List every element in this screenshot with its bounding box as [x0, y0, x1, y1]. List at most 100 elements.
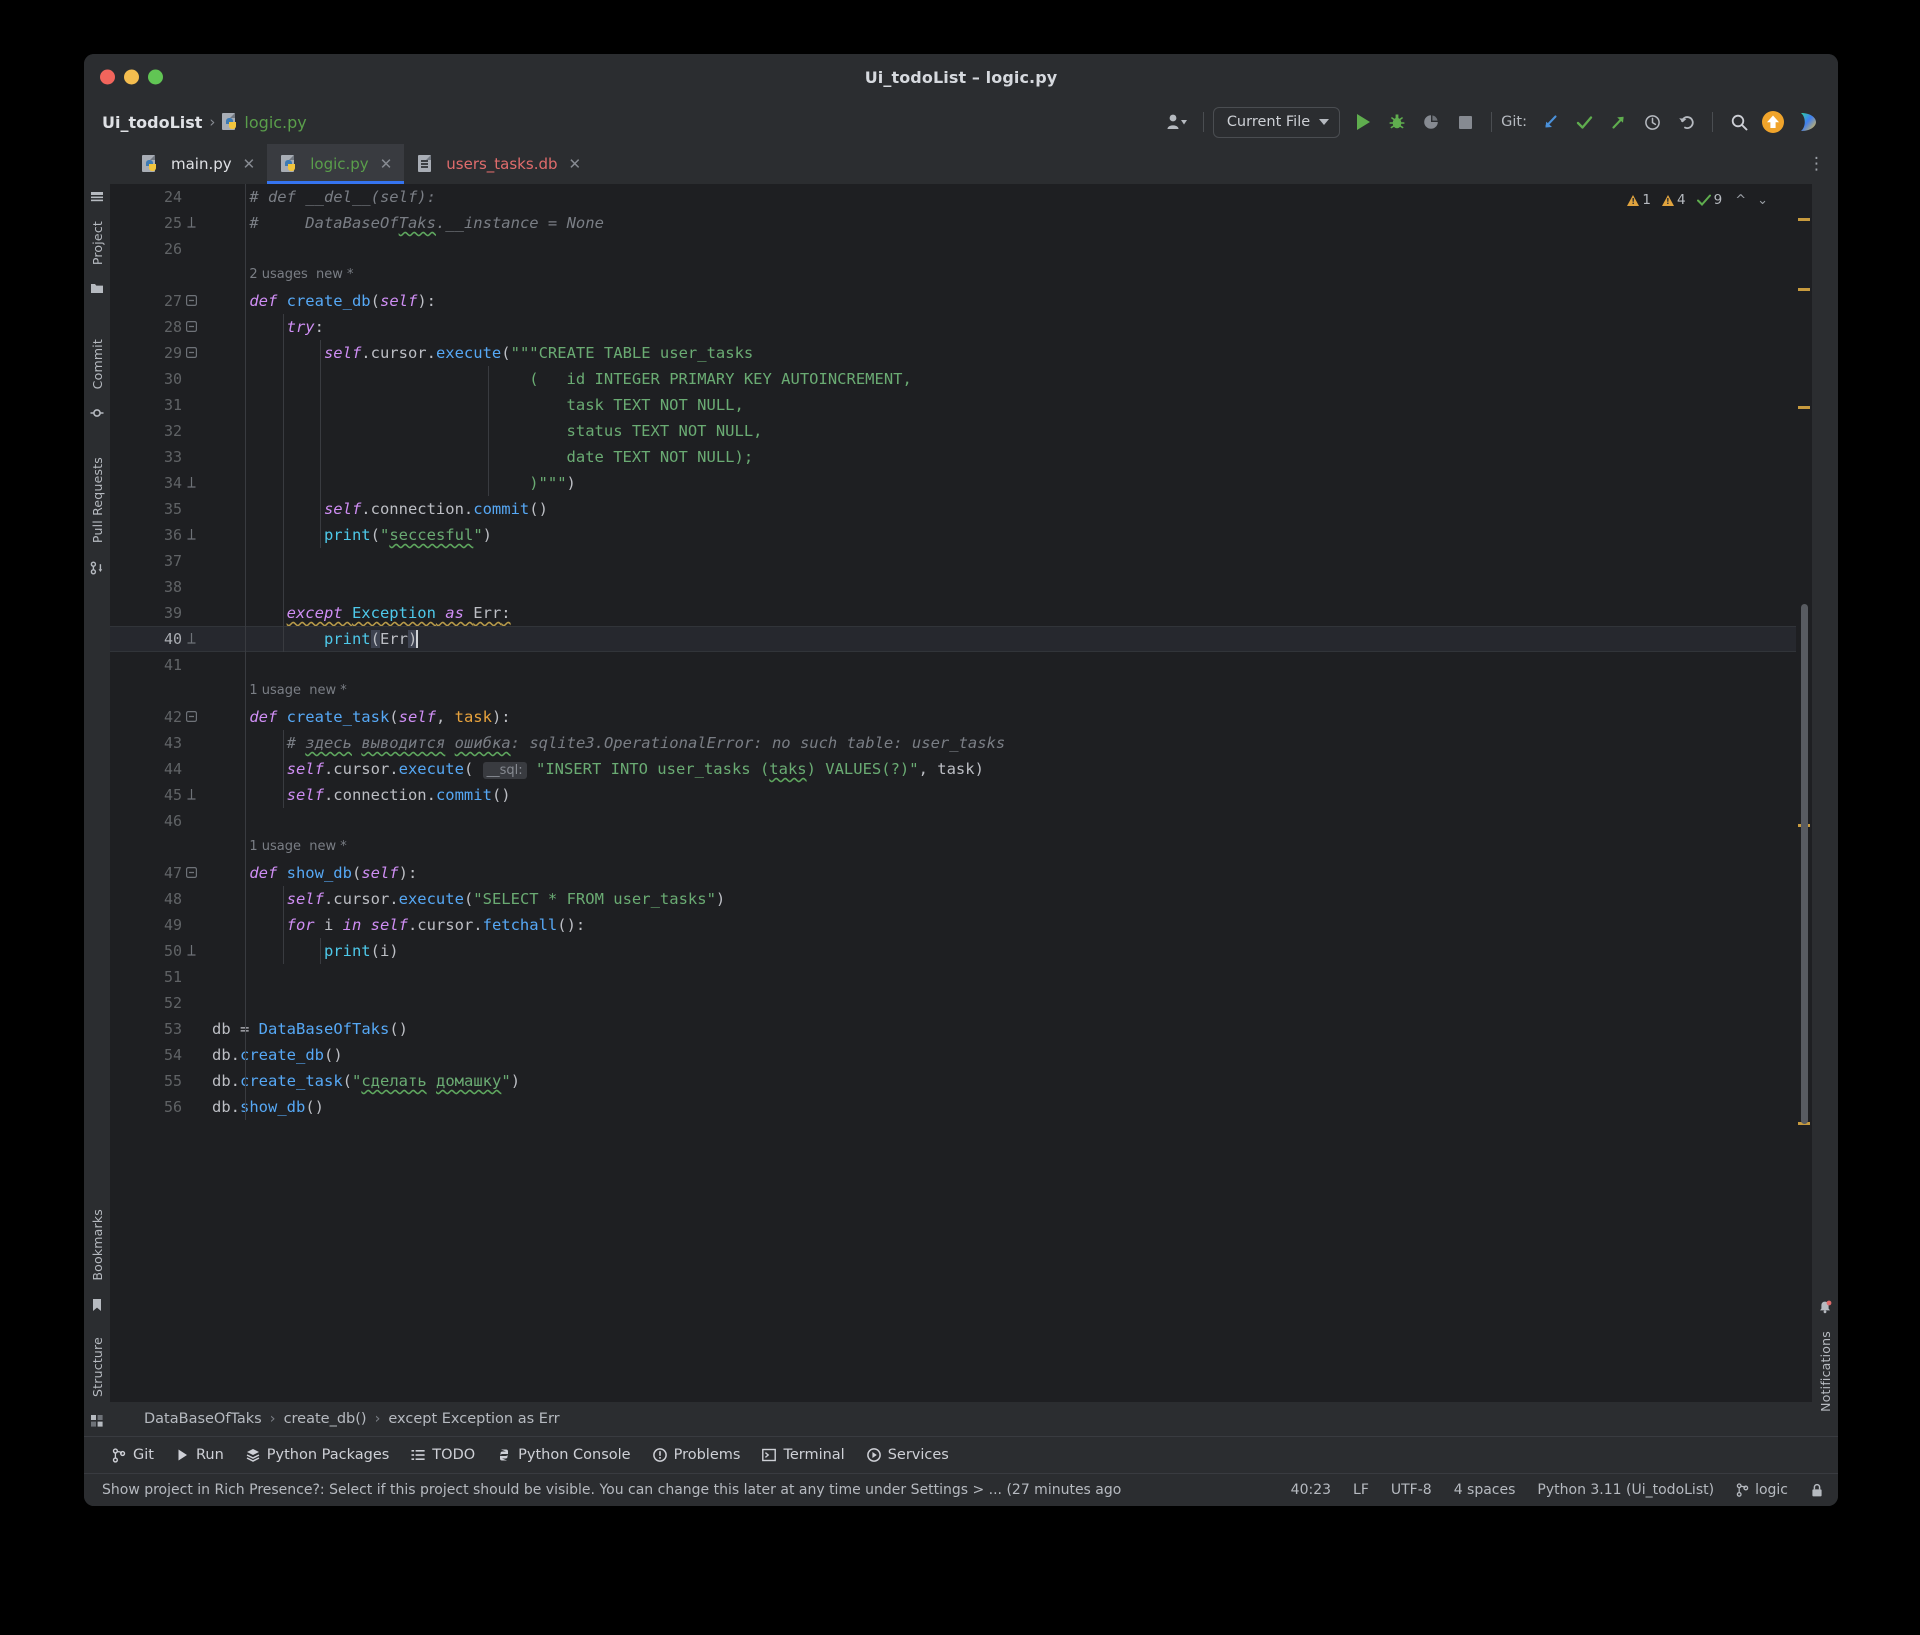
editor-gutter[interactable]: 24 25 26 27 28 29 30 31 32 33 34 35 36 37 38 39 40 41 42 43… [110, 184, 200, 1402]
file-encoding[interactable]: UTF-8 [1391, 1482, 1432, 1498]
tool-button-git[interactable]: Git [112, 1447, 154, 1463]
project-widget-icon[interactable] [90, 190, 104, 204]
tabs-overflow-menu-icon[interactable]: ⋮ [1808, 156, 1825, 173]
sidebar-item-structure[interactable]: Structure [90, 1337, 105, 1397]
editor-area[interactable]: 24 25 26 27 28 29 30 31 32 33 34 35 36 37 38 39 40 41 42 43… [110, 184, 1812, 1402]
chevron-up-icon[interactable]: ^ [1735, 193, 1746, 208]
code-fold-end-icon[interactable] [186, 938, 198, 964]
pull-requests-icon[interactable] [90, 561, 104, 575]
tool-button-python-console[interactable]: Python Console [497, 1447, 631, 1463]
close-tab-icon[interactable]: ✕ [243, 155, 256, 173]
project-folder-icon[interactable] [90, 282, 104, 294]
sidebar-item-commit[interactable]: Commit [90, 339, 105, 389]
code-line[interactable]: db.create_task("сделать домашку") [212, 1068, 520, 1094]
git-branch-widget[interactable]: logic [1736, 1482, 1788, 1498]
breadcrumb-file-item[interactable]: logic.py [222, 112, 307, 132]
stop-button[interactable] [1448, 107, 1482, 137]
editor-scrollbar-thumb[interactable] [1801, 604, 1808, 1124]
code-line[interactable]: # здесь выводится ошибка: sqlite3.Operat… [287, 730, 1006, 756]
bookmarks-icon[interactable] [91, 1298, 103, 1312]
run-configuration-selector[interactable]: Current File [1212, 106, 1341, 138]
breadcrumb-statement[interactable]: except Exception as Err [388, 1411, 559, 1427]
code-marker[interactable] [1798, 406, 1810, 409]
code-line[interactable]: db.create_db() [212, 1042, 343, 1068]
code-line[interactable]: self.connection.commit() [287, 782, 511, 808]
run-button[interactable] [1346, 107, 1380, 137]
readonly-lock-icon[interactable] [1810, 1483, 1824, 1498]
git-history-button[interactable] [1635, 107, 1669, 137]
code-line[interactable]: task TEXT NOT NULL, [567, 392, 744, 418]
code-line[interactable]: status TEXT NOT NULL, [567, 418, 763, 444]
ai-assistant-button[interactable] [1790, 107, 1824, 137]
sidebar-item-notifications[interactable]: Notifications [1818, 1331, 1833, 1412]
breadcrumb-method[interactable]: create_db() [284, 1411, 367, 1427]
breadcrumb-project[interactable]: Ui_todoList [102, 113, 202, 132]
code-line[interactable]: self.connection.commit() [324, 496, 548, 522]
code-line[interactable]: self.cursor.execute( __sql: "INSERT INTO… [287, 756, 984, 782]
search-everywhere-button[interactable] [1722, 107, 1756, 137]
code-line[interactable]: db = DataBaseOfTaks() [212, 1016, 408, 1042]
line-separator[interactable]: LF [1353, 1482, 1369, 1498]
code-fold-end-icon[interactable] [186, 522, 198, 548]
chevron-down-icon[interactable]: ⌄ [1757, 193, 1768, 208]
code-line[interactable]: def show_db(self): [249, 860, 417, 886]
code-line[interactable]: print(Err) [324, 626, 418, 652]
tool-button-todo[interactable]: TODO [411, 1447, 475, 1463]
code-fold-end-icon[interactable] [186, 782, 198, 808]
code-line[interactable]: try: [287, 314, 324, 340]
git-update-button[interactable] [1533, 107, 1567, 137]
close-tab-icon[interactable]: ✕ [569, 155, 582, 173]
code-marker[interactable] [1798, 288, 1810, 291]
code-line[interactable]: print(i) [324, 938, 399, 964]
code-fold-start-icon[interactable] [186, 314, 198, 340]
breadcrumb-class[interactable]: DataBaseOfTaks [144, 1411, 262, 1427]
status-message[interactable]: Show project in Rich Presence?: Select i… [102, 1482, 1121, 1498]
maximize-window-button[interactable] [148, 69, 163, 85]
code-line[interactable]: def create_db(self): [249, 288, 436, 314]
code-line[interactable]: )""") [529, 470, 576, 496]
code-line[interactable]: self.cursor.execute("SELECT * FROM user_… [287, 886, 726, 912]
code-line[interactable]: date TEXT NOT NULL); [567, 444, 754, 470]
code-line[interactable]: except Exception as Err: [287, 600, 511, 626]
code-usage-hint[interactable]: 2 usages new * [249, 262, 353, 288]
code-line[interactable]: for i in self.cursor.fetchall(): [287, 912, 586, 938]
inspections-widget[interactable]: 1 4 9 ^ ⌄ [1627, 192, 1768, 208]
git-commit-button[interactable] [1567, 107, 1601, 137]
code-usage-hint[interactable]: 1 usage new * [249, 678, 346, 704]
tool-button-problems[interactable]: Problems [652, 1447, 740, 1463]
weak-warning-count-item[interactable]: 9 [1696, 192, 1722, 208]
code-fold-start-icon[interactable] [186, 288, 198, 314]
tool-button-terminal[interactable]: Terminal [762, 1447, 845, 1463]
code-line[interactable]: ( id INTEGER PRIMARY KEY AUTOINCREMENT, [529, 366, 912, 392]
tool-button-run[interactable]: Run [176, 1447, 224, 1463]
code-fold-start-icon[interactable] [186, 340, 198, 366]
code-line[interactable]: # def __del__(self): [249, 184, 436, 210]
updates-available-button[interactable] [1756, 107, 1790, 137]
sidebar-item-bookmarks[interactable]: Bookmarks [90, 1209, 105, 1281]
code-marker[interactable] [1798, 218, 1810, 221]
caret-position[interactable]: 40:23 [1291, 1482, 1331, 1498]
minimize-window-button[interactable] [124, 69, 139, 85]
layout-settings-icon[interactable] [90, 1414, 104, 1428]
close-tab-icon[interactable]: ✕ [380, 155, 393, 173]
code-line[interactable]: self.cursor.execute("""CREATE TABLE user… [324, 340, 753, 366]
code-fold-end-icon[interactable] [186, 626, 198, 652]
sidebar-item-pull-requests[interactable]: Pull Requests [90, 457, 105, 543]
run-with-coverage-button[interactable] [1414, 107, 1448, 137]
editor-tab-logic-py[interactable]: logic.py ✕ [267, 144, 405, 184]
code-fold-start-icon[interactable] [186, 704, 198, 730]
code-content[interactable]: # def __del__(self): # DataBaseOfTaks.__i… [200, 184, 1812, 1402]
git-rollback-button[interactable] [1669, 107, 1703, 137]
close-window-button[interactable] [100, 69, 115, 85]
code-line[interactable]: db.show_db() [212, 1094, 324, 1120]
code-fold-end-icon[interactable] [186, 210, 198, 236]
sidebar-item-project[interactable]: Project [90, 221, 105, 265]
indent-setting[interactable]: 4 spaces [1454, 1482, 1516, 1498]
error-count-item[interactable]: 1 [1627, 192, 1651, 208]
tool-button-services[interactable]: Services [866, 1447, 949, 1463]
tool-button-python-packages[interactable]: Python Packages [246, 1447, 389, 1463]
marker-scrollbar[interactable] [1796, 184, 1812, 1402]
code-fold-end-icon[interactable] [186, 470, 198, 496]
code-line[interactable]: def create_task(self, task): [249, 704, 510, 730]
commit-icon[interactable] [90, 406, 104, 420]
